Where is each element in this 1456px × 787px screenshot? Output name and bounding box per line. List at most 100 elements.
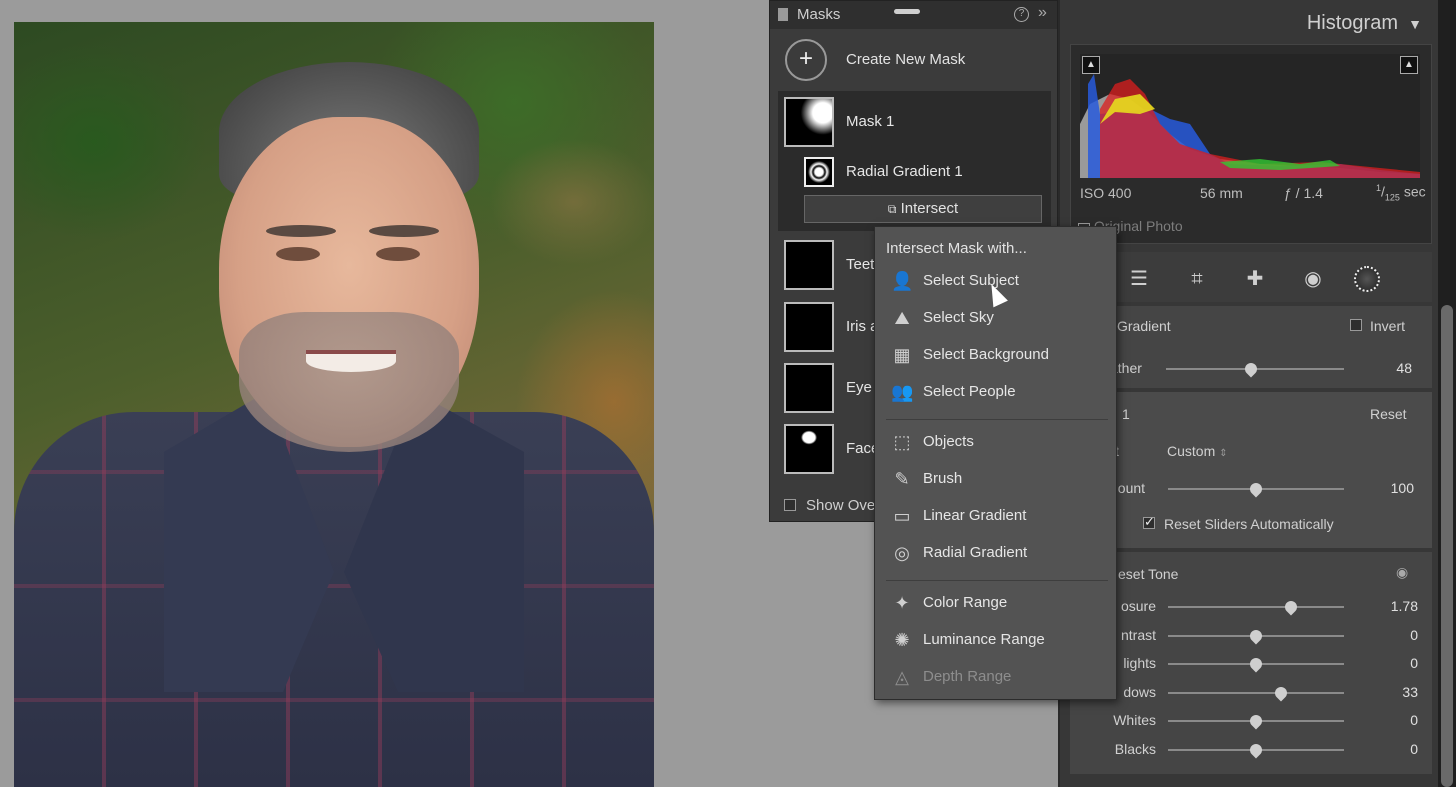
panel-scrollbar-thumb[interactable] (1441, 305, 1453, 787)
menu-heading: Intersect Mask with... (886, 240, 1027, 257)
menu-item-linear-gradient[interactable]: ▭ Linear Gradient (889, 502, 1109, 532)
tone-slider-value[interactable]: 0 (1368, 627, 1418, 643)
radial-gradient-icon[interactable] (804, 157, 834, 187)
menu-item-luminance-range[interactable]: ✺ Luminance Range (889, 626, 1109, 656)
portrait-brow-left (266, 225, 336, 237)
highlight-clipping-button[interactable]: ▲ (1400, 56, 1418, 74)
tone-slider-track[interactable] (1168, 606, 1344, 608)
subject-icon: 👤 (891, 271, 914, 291)
menu-item-label: Color Range (923, 594, 1008, 611)
tone-slider-thumb[interactable] (1282, 598, 1300, 616)
menu-item-objects[interactable]: ⬚ Objects (889, 428, 1109, 458)
menu-item-label: Select Subject (923, 272, 1019, 289)
collapse-panel-icon[interactable]: » (1038, 4, 1047, 22)
eye-visibility-icon[interactable]: ◉ (1396, 564, 1408, 581)
menu-item-color-range[interactable]: ✦ Color Range (889, 589, 1109, 619)
brush-icon: ✎ (894, 469, 910, 489)
radial-gradient-1-label[interactable]: Radial Gradient 1 (846, 163, 963, 180)
amount-value[interactable]: 100 (1364, 480, 1414, 496)
photo-canvas[interactable] (14, 22, 654, 787)
people-icon: 👥 (891, 382, 914, 402)
histogram-collapse-icon[interactable]: ▼ (1408, 16, 1422, 32)
show-overlay-label: Show Ove (806, 497, 876, 514)
mask-1-thumbnail[interactable] (784, 97, 834, 147)
mask-1-label[interactable]: Mask 1 (846, 113, 894, 130)
masks-header[interactable]: Masks ? » (770, 1, 1057, 29)
tool-strip: ☰ ⌗ ✚ ◉ (1070, 252, 1432, 302)
linear-gradient-icon: ▭ (893, 506, 911, 526)
tone-slider-thumb[interactable] (1247, 712, 1265, 730)
menu-item-select-sky[interactable]: ⛰ Select Sky (889, 304, 1109, 334)
invert-label: Invert (1370, 318, 1406, 334)
amount-slider-thumb[interactable] (1247, 480, 1265, 498)
histogram-title[interactable]: Histogram (1307, 12, 1398, 35)
menu-item-label: Select People (923, 383, 1016, 400)
tone-slider-value[interactable]: 0 (1368, 712, 1418, 728)
radial-gradient-icon: ◎ (894, 543, 910, 563)
mask-eye-label[interactable]: Eye (846, 379, 872, 396)
feather-value[interactable]: 48 (1362, 360, 1412, 376)
tone-slider-thumb[interactable] (1247, 627, 1265, 645)
exif-shutter: 1/125 sec (1376, 183, 1426, 203)
tone-slider-label: Whites (1113, 712, 1156, 729)
edit-sliders-icon[interactable]: ☰ (1126, 266, 1152, 292)
mask-properties: l Gradient Invert ather 48 (1070, 306, 1432, 388)
menu-item-select-people[interactable]: 👥 Select People (889, 378, 1109, 408)
reset-sliders-checkbox[interactable] (1143, 514, 1155, 530)
preset-section: 1 Reset t Custom ⇕ nount 100 Reset Slide… (1070, 392, 1432, 548)
create-new-mask-label[interactable]: Create New Mask (846, 51, 965, 68)
panel-icon (778, 8, 788, 21)
masking-icon[interactable] (1354, 266, 1380, 292)
intersect-icon: ⧉ (887, 202, 897, 216)
menu-item-radial-gradient[interactable]: ◎ Radial Gradient (889, 539, 1109, 569)
mask-eye-thumbnail[interactable] (784, 363, 834, 413)
healing-icon[interactable]: ✚ (1242, 266, 1268, 292)
tone-slider-value[interactable]: 1.78 (1368, 598, 1418, 614)
color-range-icon: ✦ (894, 593, 910, 613)
mask-teeth-thumbnail[interactable] (784, 240, 834, 290)
depth-range-icon: ◬ (895, 667, 909, 687)
tone-slider-value[interactable]: 33 (1368, 684, 1418, 700)
menu-item-select-background[interactable]: ▦ Select Background (889, 341, 1109, 371)
mask-face-thumbnail[interactable] (784, 424, 834, 474)
crop-icon[interactable]: ⌗ (1184, 266, 1210, 292)
masks-title: Masks (797, 6, 841, 23)
tone-slider-label: Blacks (1114, 741, 1156, 757)
portrait-eye-right (376, 247, 420, 261)
tone-slider-track[interactable] (1168, 691, 1344, 694)
shadow-clipping-button[interactable]: ▲ (1082, 56, 1100, 74)
intersect-button[interactable]: ⧉ Intersect (804, 195, 1042, 223)
show-overlay-checkbox[interactable] (784, 499, 796, 511)
menu-item-label: Linear Gradient (923, 507, 1027, 524)
exif-aperture: ƒ / 1.4 (1284, 185, 1323, 201)
red-eye-icon[interactable]: ◉ (1300, 266, 1326, 292)
menu-item-label: Objects (923, 433, 974, 450)
portrait-eye-left (276, 247, 320, 261)
drag-handle-icon[interactable] (894, 9, 920, 14)
intersect-label: Intersect (900, 200, 959, 217)
help-icon[interactable]: ? (1014, 7, 1029, 22)
menu-separator (886, 419, 1108, 420)
tone-slider-thumb[interactable] (1247, 741, 1265, 759)
preset-dropdown[interactable]: Custom ⇕ (1167, 443, 1228, 459)
portrait-coat (14, 412, 654, 787)
background-icon: ▦ (893, 345, 911, 365)
menu-item-label: Depth Range (923, 668, 1012, 685)
menu-item-brush[interactable]: ✎ Brush (889, 465, 1109, 495)
exif-focal: 56 mm (1200, 185, 1243, 201)
feather-slider-thumb[interactable] (1242, 360, 1260, 378)
preset-reset-button[interactable]: Reset (1370, 406, 1407, 422)
tone-slider-thumb[interactable] (1247, 655, 1265, 673)
mask-teeth-label[interactable]: Teet (846, 256, 874, 273)
mask-iris-thumbnail[interactable] (784, 302, 834, 352)
invert-checkbox[interactable] (1350, 319, 1362, 331)
menu-item-label: Brush (923, 470, 963, 487)
create-new-mask-button[interactable]: + (785, 39, 827, 81)
menu-item-label: Luminance Range (923, 631, 1045, 648)
mask-type-label: l Gradient (1110, 318, 1171, 334)
luminance-range-icon: ✺ (894, 630, 910, 650)
tone-slider-thumb[interactable] (1272, 684, 1290, 702)
tone-section: eset Tone ◉ osure 1.78 ntrast 0 lights 0 dows 3… (1070, 552, 1432, 774)
tone-slider-value[interactable]: 0 (1368, 655, 1418, 671)
tone-slider-value[interactable]: 0 (1368, 741, 1418, 757)
